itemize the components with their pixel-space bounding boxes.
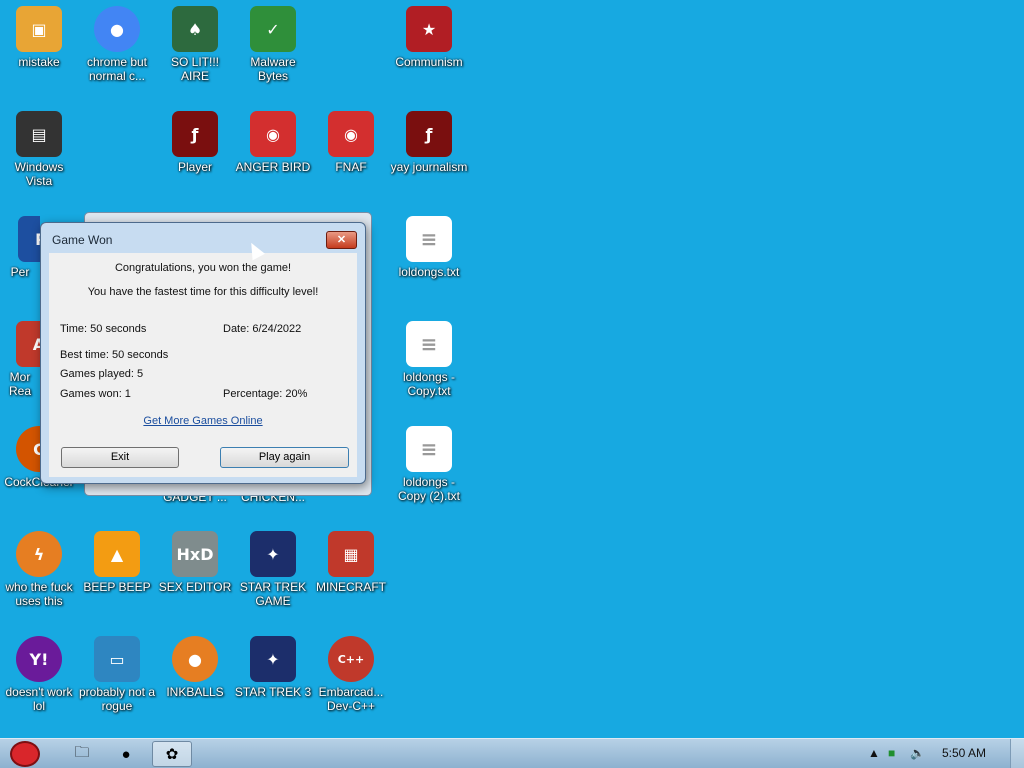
- pdf-icon: A: [16, 321, 40, 367]
- folder-icon: ▣: [16, 6, 62, 52]
- emblem-icon: ★: [406, 6, 452, 52]
- desktop-icon[interactable]: ✦ STAR TREK 3: [234, 630, 312, 699]
- dialog-body: Congratulations, you won the game! You h…: [49, 253, 357, 477]
- app-icon: P: [18, 216, 40, 262]
- desktop-icon[interactable]: ♠ SO LIT!!! AIRE: [156, 0, 234, 83]
- desktop-icon[interactable]: ≡ loldongs.txt: [390, 210, 468, 279]
- solitaire-icon: ♠: [172, 6, 218, 52]
- text-file-icon: ≡: [406, 321, 452, 367]
- game-icon: ▦: [328, 531, 374, 577]
- volume-icon[interactable]: 🔈: [910, 746, 925, 760]
- vlc-icon: ▲: [94, 531, 140, 577]
- close-button[interactable]: ✕: [326, 231, 357, 249]
- chrome-icon: ●: [94, 6, 140, 52]
- desktop-icon[interactable]: ▭ probably not a rogue: [78, 630, 156, 713]
- monitor-icon: ▭: [94, 636, 140, 682]
- taskbar-chrome[interactable]: ●: [106, 741, 146, 767]
- dialog-titlebar[interactable]: Game Won ✕: [41, 223, 365, 253]
- desktop-icon[interactable]: ● chrome but normal c...: [78, 0, 156, 83]
- desktop: ▣ mistake ● chrome but normal c... ♠ SO …: [0, 0, 1024, 738]
- text-file-icon: ≡: [406, 216, 452, 262]
- network-icon[interactable]: ■: [888, 746, 895, 760]
- desktop-icon[interactable]: ◉ FNAF: [312, 105, 390, 174]
- chrome-icon: ●: [121, 745, 131, 763]
- desktop-icon[interactable]: ▦ MINECRAFT: [312, 525, 390, 594]
- desktop-icon[interactable]: ƒ Player: [156, 105, 234, 174]
- games-won-stat: Games won: 1: [60, 388, 131, 400]
- explorer-icon: 🗀: [74, 743, 90, 761]
- game-icon: ✦: [250, 531, 296, 577]
- game-icon: ✿: [165, 746, 179, 763]
- clock[interactable]: 5:50 AM: [942, 746, 986, 760]
- text-file-icon: ≡: [406, 426, 452, 472]
- yahoo-icon: Y!: [16, 636, 62, 682]
- shield-icon: ✓: [250, 6, 296, 52]
- desktop-icon[interactable]: P Per: [0, 210, 40, 279]
- date-stat: Date: 6/24/2022: [223, 323, 302, 335]
- taskbar-game[interactable]: ✿: [152, 741, 192, 767]
- desktop-icon[interactable]: Y! doesn't work lol: [0, 630, 78, 713]
- desktop-icon[interactable]: ● INKBALLS: [156, 630, 234, 699]
- desktop-icon[interactable]: ✦ STAR TREK GAME: [234, 525, 312, 608]
- percentage-stat: Percentage: 20%: [223, 388, 308, 400]
- flash-icon: ƒ: [406, 111, 452, 157]
- desktop-icon[interactable]: ▤ Windows Vista: [0, 105, 78, 188]
- desktop-icon[interactable]: ▲ BEEP BEEP: [78, 525, 156, 594]
- games-played-stat: Games played: 5: [60, 368, 144, 380]
- play-again-button[interactable]: Play again: [220, 447, 349, 468]
- hxd-icon: HxD: [172, 531, 218, 577]
- angry-bird-icon: ◉: [328, 111, 374, 157]
- desktop-icon[interactable]: ≡ loldongs - Copy (2).txt: [390, 420, 468, 503]
- taskbar-explorer[interactable]: 🗀: [62, 741, 102, 767]
- flash-icon: ƒ: [172, 111, 218, 157]
- fastest-time-message: You have the fastest time for this diffi…: [87, 286, 319, 298]
- desktop-icon[interactable]: HxD SEX EDITOR: [156, 525, 234, 594]
- more-games-link[interactable]: Get More Games Online: [49, 415, 357, 427]
- ball-icon: ●: [172, 636, 218, 682]
- show-desktop-button[interactable]: [1010, 739, 1024, 768]
- desktop-icon[interactable]: ◉ ANGER BIRD: [234, 105, 312, 174]
- desktop-icon[interactable]: C++ Embarcad... Dev-C++: [312, 630, 390, 713]
- desktop-icon[interactable]: A Mor Rea: [0, 315, 40, 398]
- game-won-dialog: Game Won ✕ Congratulations, you won the …: [40, 222, 366, 484]
- desktop-icon[interactable]: ϟ who the fuck uses this: [0, 525, 78, 608]
- lightning-icon: ϟ: [16, 531, 62, 577]
- desktop-icon[interactable]: ✓ Malware Bytes: [234, 0, 312, 83]
- exit-button[interactable]: Exit: [61, 447, 179, 468]
- angry-bird-icon: ◉: [250, 111, 296, 157]
- desktop-icon[interactable]: ƒ yay journalism: [390, 105, 468, 174]
- devcpp-icon: C++: [328, 636, 374, 682]
- show-hidden-icons-icon[interactable]: ▲: [868, 746, 880, 760]
- start-orb-icon: [10, 741, 40, 767]
- dialog-title: Game Won: [52, 233, 113, 247]
- time-stat: Time: 50 seconds: [60, 323, 147, 335]
- desktop-icon[interactable]: ★ Communism: [390, 0, 468, 69]
- desktop-icon[interactable]: ≡ loldongs - Copy.txt: [390, 315, 468, 398]
- desktop-icon[interactable]: ▣ mistake: [0, 0, 78, 69]
- game-icon: ✦: [250, 636, 296, 682]
- congrats-message: Congratulations, you won the game!: [114, 262, 292, 274]
- taskbar: 🗀 ● ✿ ▲ ■ 🔈 5:50 AM: [0, 738, 1024, 768]
- close-icon: ✕: [336, 234, 347, 246]
- system-tray: ▲ ■ 🔈 5:50 AM: [854, 739, 1024, 768]
- trash-icon: ▤: [16, 111, 62, 157]
- best-time-stat: Best time: 50 seconds: [60, 349, 169, 361]
- start-button[interactable]: [2, 739, 48, 768]
